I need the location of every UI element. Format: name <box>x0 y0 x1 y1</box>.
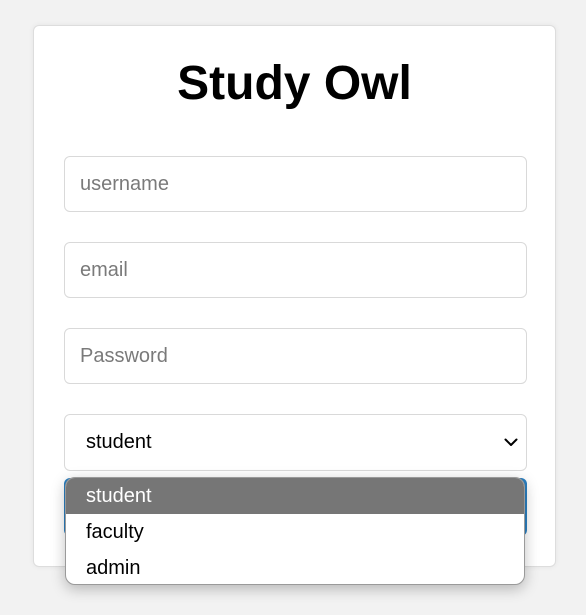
role-option-faculty[interactable]: faculty <box>66 514 524 550</box>
password-input[interactable] <box>64 328 527 384</box>
email-input[interactable] <box>64 242 527 298</box>
role-dropdown-list: student faculty admin <box>65 477 525 585</box>
role-option-admin[interactable]: admin <box>66 550 524 584</box>
page-title: Study Owl <box>177 57 412 110</box>
page: Study Owl student student faculty admin <box>0 0 586 615</box>
role-select[interactable]: student <box>64 414 527 471</box>
chevron-down-icon <box>502 434 520 452</box>
role-option-student[interactable]: student <box>66 478 524 514</box>
role-select-value: student <box>86 431 152 453</box>
username-input[interactable] <box>64 156 527 212</box>
